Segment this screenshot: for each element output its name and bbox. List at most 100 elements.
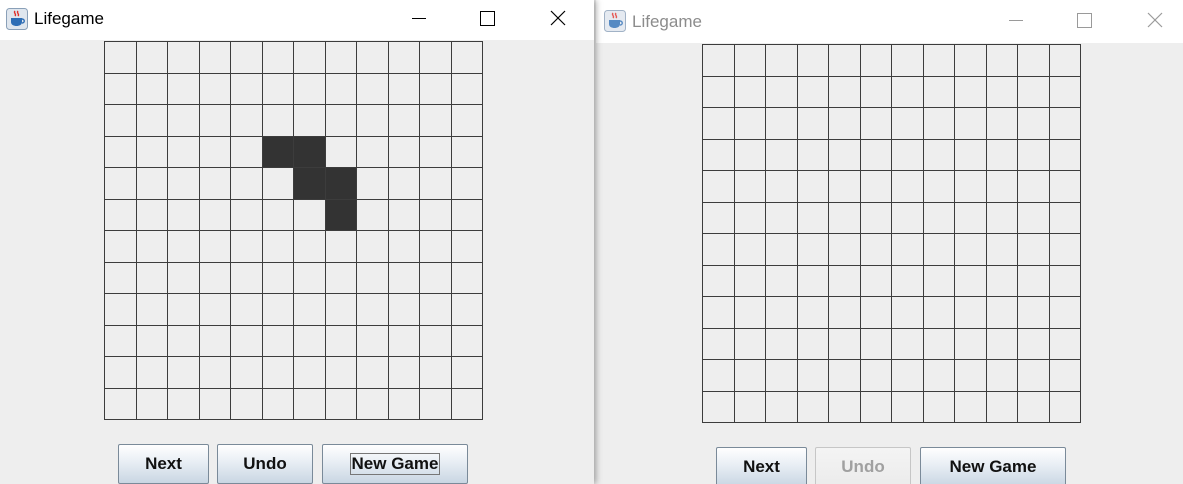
grid-cell[interactable] [766,297,798,329]
grid-cell[interactable] [105,105,137,137]
grid-cell[interactable] [892,202,924,234]
grid-cell[interactable] [1049,360,1081,392]
grid-cell[interactable] [262,231,294,263]
grid-cell[interactable] [325,357,357,389]
grid-cell[interactable] [923,45,955,77]
grid-cell[interactable] [986,328,1018,360]
grid-cell[interactable] [955,328,987,360]
grid-cell[interactable] [829,234,861,266]
grid-cell[interactable] [420,73,452,105]
grid-cell[interactable] [357,136,389,168]
grid-cell[interactable] [703,297,735,329]
grid-cell[interactable] [703,391,735,423]
grid-cell[interactable] [955,202,987,234]
grid-cell[interactable] [357,73,389,105]
grid-cell[interactable] [860,234,892,266]
grid-cell[interactable] [1018,139,1050,171]
grid-cell[interactable] [892,360,924,392]
grid-cell[interactable] [168,231,200,263]
grid-cell[interactable] [451,199,483,231]
grid-cell[interactable] [1049,108,1081,140]
minimize-button[interactable] [396,0,442,40]
grid-cell[interactable] [1049,171,1081,203]
grid-cell[interactable] [231,294,263,326]
grid-cell[interactable] [451,325,483,357]
grid-cell[interactable] [451,73,483,105]
grid-cell[interactable] [955,108,987,140]
grid-cell[interactable] [923,360,955,392]
grid-cell[interactable] [860,265,892,297]
grid-cell[interactable] [451,136,483,168]
grid-cell[interactable] [955,297,987,329]
close-button[interactable] [1133,2,1179,42]
grid-cell[interactable] [892,171,924,203]
grid-cell[interactable] [231,199,263,231]
grid-cell[interactable] [420,388,452,420]
grid-cell[interactable] [357,42,389,74]
grid-cell[interactable] [451,231,483,263]
grid-cell[interactable] [357,168,389,200]
grid-cell[interactable] [829,360,861,392]
grid-cell[interactable] [766,139,798,171]
grid-cell[interactable] [388,136,420,168]
grid-cell[interactable] [892,234,924,266]
grid-cell[interactable] [199,294,231,326]
grid-cell[interactable] [1049,76,1081,108]
grid-cell[interactable] [199,73,231,105]
next-button[interactable]: Next [716,447,807,484]
grid-cell[interactable] [105,357,137,389]
grid-cell[interactable] [451,262,483,294]
grid-cell-alive[interactable] [294,136,326,168]
grid-cell[interactable] [105,231,137,263]
grid-cell[interactable] [986,76,1018,108]
grid-cell[interactable] [766,76,798,108]
grid-cell[interactable] [294,231,326,263]
grid-cell[interactable] [734,391,766,423]
grid-cell[interactable] [325,105,357,137]
grid-cell[interactable] [892,139,924,171]
grid-cell[interactable] [734,234,766,266]
grid-cell[interactable] [860,360,892,392]
grid-cell[interactable] [797,265,829,297]
grid-cell[interactable] [955,171,987,203]
grid-cell[interactable] [1018,360,1050,392]
grid-cell[interactable] [136,73,168,105]
grid-cell[interactable] [986,360,1018,392]
grid-cell-alive[interactable] [294,168,326,200]
grid-cell[interactable] [923,328,955,360]
grid-cell[interactable] [388,262,420,294]
grid-cell[interactable] [860,171,892,203]
grid-cell[interactable] [829,202,861,234]
grid-cell[interactable] [703,76,735,108]
grid-cell[interactable] [797,202,829,234]
grid-cell[interactable] [199,262,231,294]
grid-cell[interactable] [199,325,231,357]
grid-cell[interactable] [325,262,357,294]
grid-cell[interactable] [1049,139,1081,171]
grid-cell[interactable] [136,136,168,168]
grid-cell[interactable] [860,202,892,234]
grid-cell-alive[interactable] [325,168,357,200]
grid-cell[interactable] [766,265,798,297]
grid-cell[interactable] [829,76,861,108]
grid-cell[interactable] [136,231,168,263]
grid-cell[interactable] [325,42,357,74]
grid-cell[interactable] [357,325,389,357]
grid-cell[interactable] [136,199,168,231]
grid-cell[interactable] [199,168,231,200]
grid-cell[interactable] [797,108,829,140]
grid-cell[interactable] [294,262,326,294]
grid-cell[interactable] [703,328,735,360]
grid-cell[interactable] [986,297,1018,329]
grid-cell[interactable] [892,45,924,77]
grid-cell[interactable] [388,168,420,200]
grid-cell[interactable] [262,262,294,294]
grid-cell[interactable] [955,360,987,392]
grid-cell[interactable] [1018,171,1050,203]
grid-cell[interactable] [420,325,452,357]
grid-cell[interactable] [262,168,294,200]
grid-cell[interactable] [136,294,168,326]
grid-cell[interactable] [1018,265,1050,297]
grid-cell[interactable] [451,168,483,200]
grid-cell[interactable] [262,73,294,105]
